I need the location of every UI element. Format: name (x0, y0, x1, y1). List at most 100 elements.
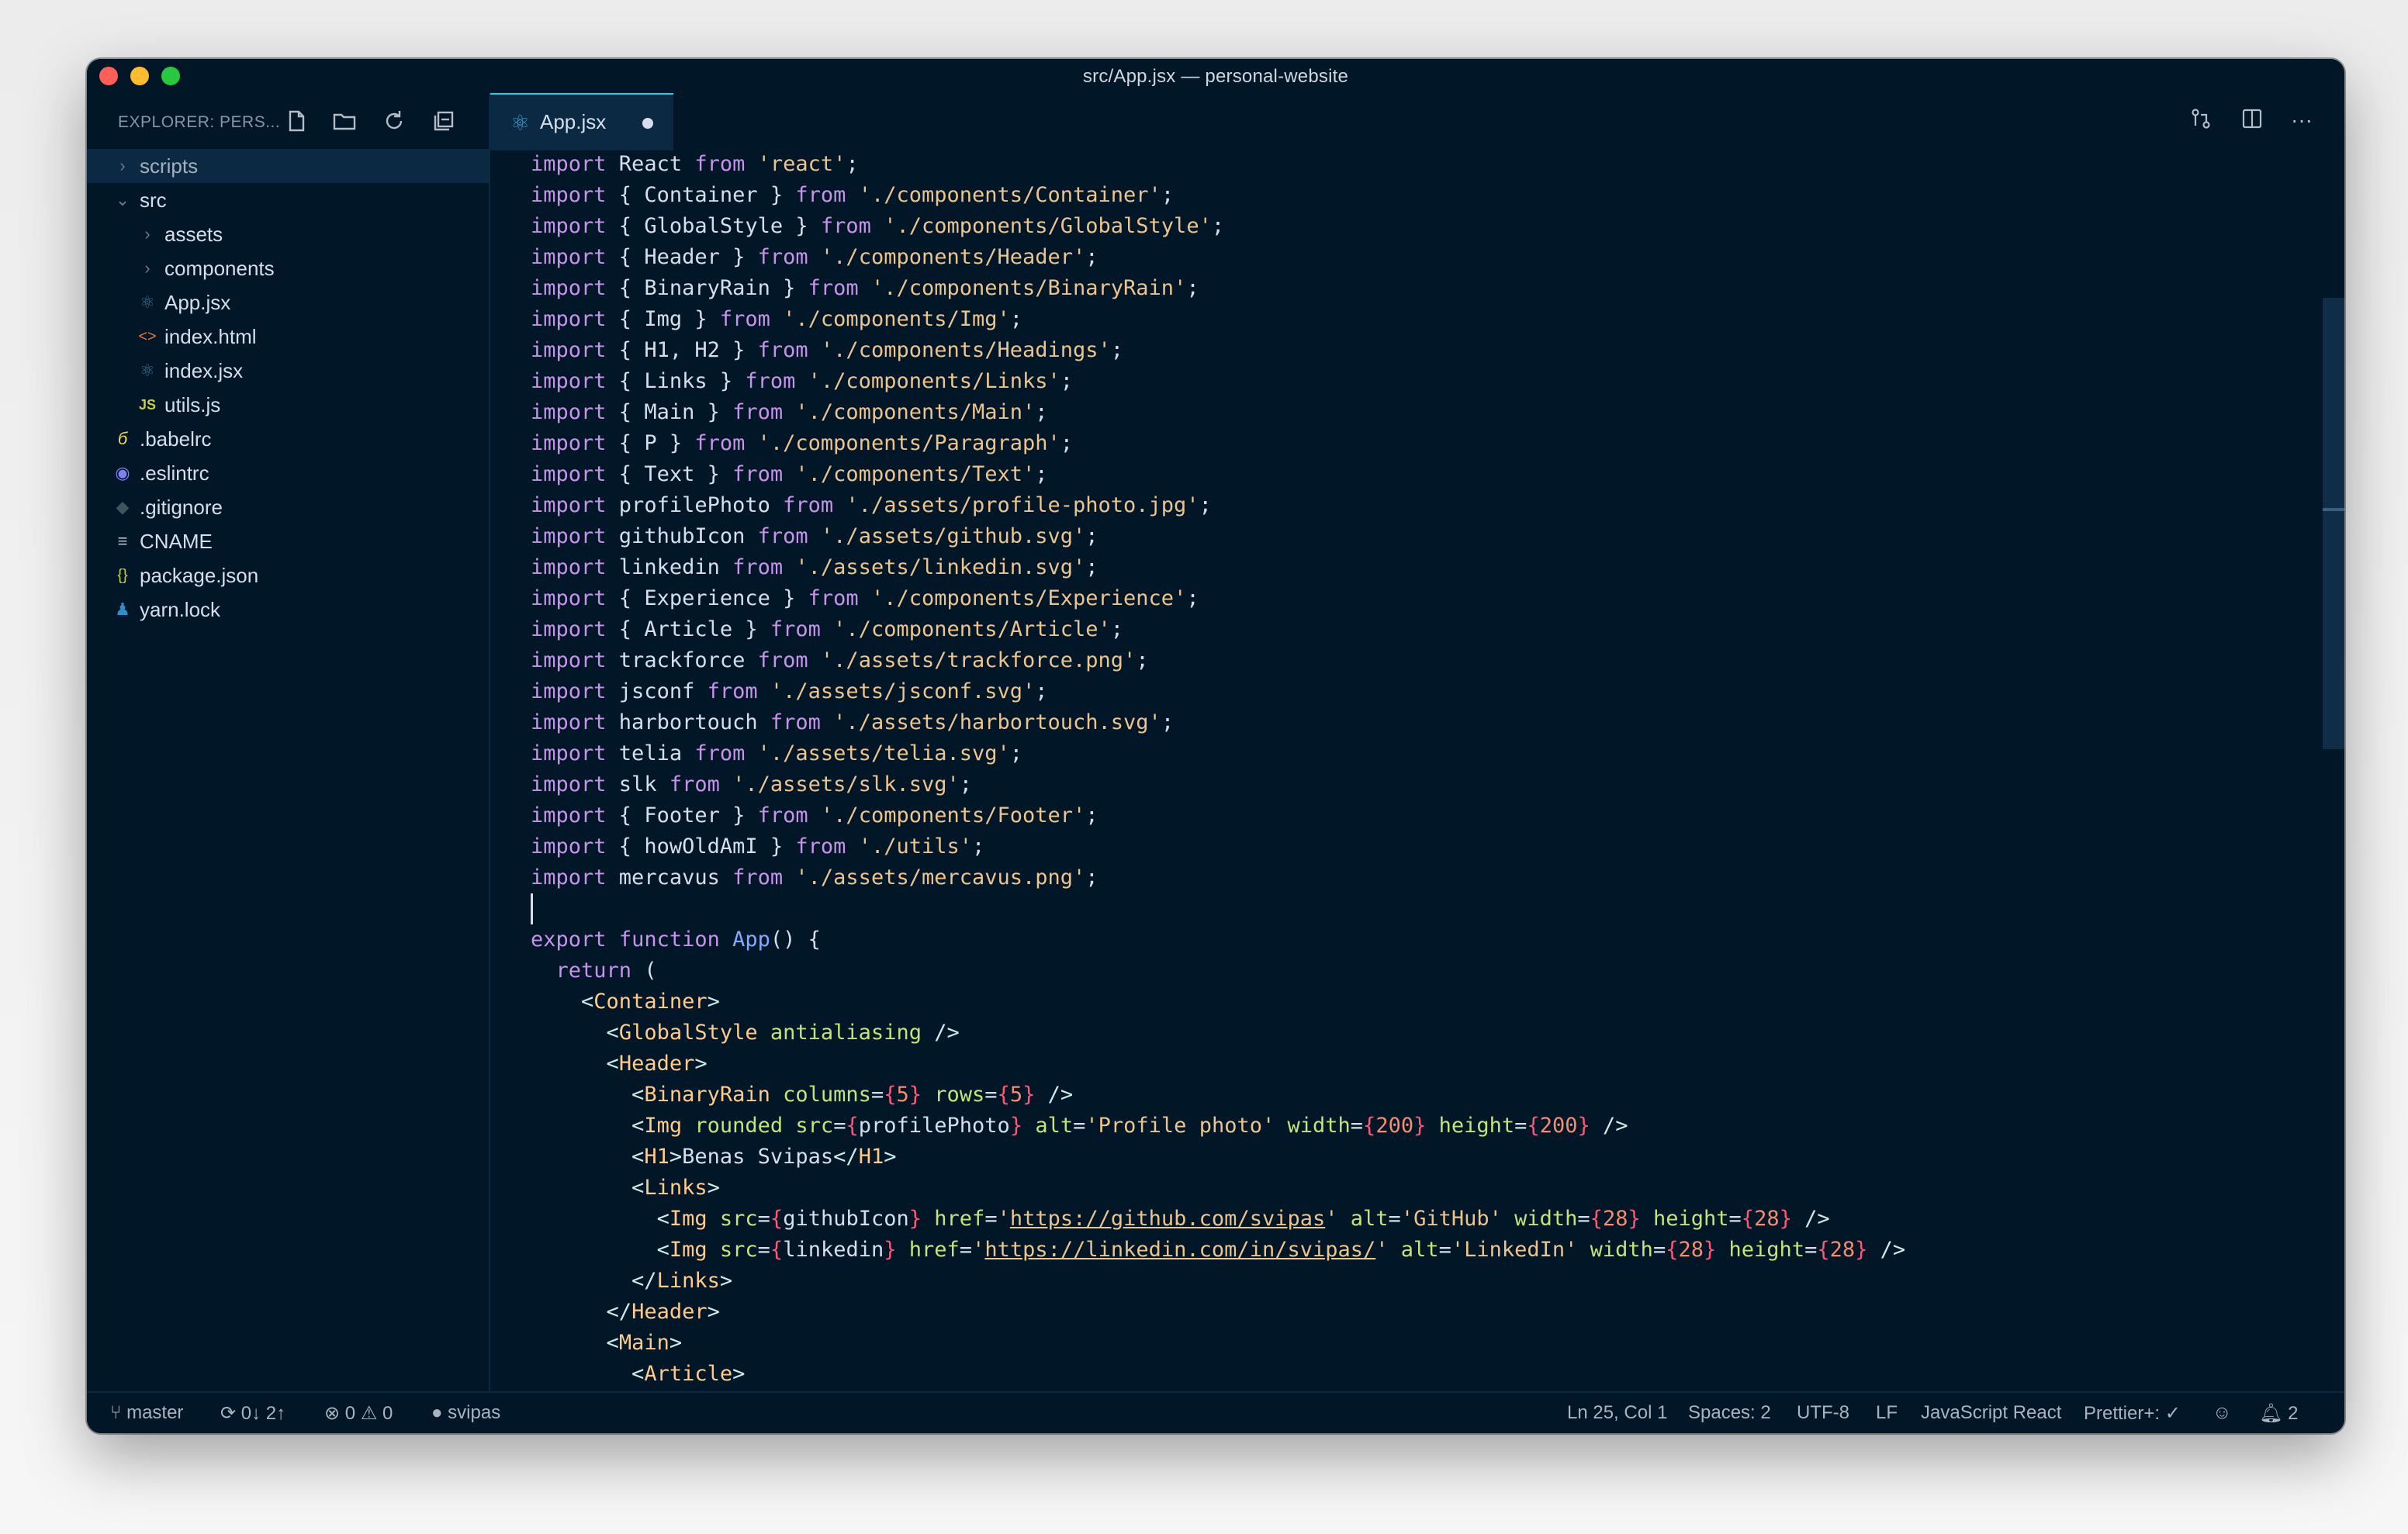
code-line-21: import slk from './assets/slk.svg'; (531, 772, 972, 796)
sync-status[interactable]: ⟳ 0↓ 2↑ (220, 1402, 285, 1425)
new-file-icon[interactable] (284, 109, 309, 133)
status-bar: ⑂ master ⟳ 0↓ 2↑ ⊗ 0 ⚠ 0 ● svipas Ln 25,… (87, 1391, 2344, 1433)
source-control-icon[interactable] (2188, 107, 2214, 133)
bell-icon: 🔔︎ (2259, 1403, 2283, 1424)
code-line-26: export function App() { (531, 928, 821, 952)
code-line-6: import { Img } from './components/Img'; (531, 307, 1023, 331)
code-line-2: import { Container } from './components/… (531, 183, 1175, 207)
refresh-icon[interactable] (382, 109, 407, 133)
code-line-28: <Container> (581, 990, 720, 1014)
tree-folder-components[interactable]: › components (87, 251, 489, 285)
new-folder-icon[interactable] (332, 109, 357, 133)
window-title: src/App.jsx — personal-website (1082, 66, 1349, 87)
tree-folder-assets[interactable]: › assets (87, 217, 489, 251)
live-share-status[interactable]: ● svipas (431, 1402, 500, 1424)
branch-status[interactable]: ⑂ master (110, 1402, 183, 1424)
code-line-20: import telia from './assets/telia.svg'; (531, 741, 1023, 765)
encoding-status[interactable]: UTF-8 (1797, 1402, 1849, 1424)
tree-file-package-json[interactable]: {} package.json (87, 558, 489, 593)
tree-file-eslintrc[interactable]: ◉ .eslintrc (87, 456, 489, 490)
code-line-14: import linkedin from './assets/linkedin.… (531, 555, 1098, 579)
sync-icon: ⟳ (220, 1403, 237, 1424)
code-line-29: <GlobalStyle antialiasing /> (606, 1021, 960, 1045)
explorer-title: EXPLORER: PERS... (118, 113, 281, 131)
tree-file-index-html[interactable]: <> index.html (87, 320, 489, 354)
code-line-32: <Img rounded src={profilePhoto} alt='Pro… (631, 1114, 1628, 1138)
warning-icon: ⚠ (360, 1403, 378, 1424)
code-line-12: import profilePhoto from './assets/profi… (531, 493, 1212, 517)
tab-app-jsx[interactable]: ⚛ App.jsx (490, 93, 673, 150)
code-line-13: import githubIcon from './assets/github.… (531, 524, 1098, 548)
code-line-31: <BinaryRain columns={5} rows={5} /> (631, 1083, 1074, 1107)
feedback-smiley-icon[interactable]: ☺ (2213, 1402, 2232, 1424)
language-mode[interactable]: JavaScript React (1921, 1402, 2061, 1424)
code-line-9: import { Main } from './components/Main'… (531, 400, 1048, 424)
eslint-icon: ◉ (115, 463, 130, 482)
formatter-status[interactable]: Prettier+: ✓ (2084, 1402, 2181, 1425)
vertical-scrollbar[interactable] (2323, 149, 2344, 1393)
eol-status[interactable]: LF (1876, 1402, 1898, 1424)
cursor-position[interactable]: Ln 25, Col 1 (1567, 1402, 1667, 1424)
babel-icon: б (117, 429, 128, 448)
code-line-3: import { GlobalStyle } from './component… (531, 214, 1225, 238)
chevron-right-icon: › (144, 224, 150, 244)
unsaved-dot-icon[interactable] (642, 118, 653, 129)
code-line-15: import { Experience } from './components… (531, 586, 1199, 610)
problems-status[interactable]: ⊗ 0 ⚠ 0 (324, 1402, 393, 1425)
chevron-right-icon: › (144, 258, 150, 278)
tree-file-utils-js[interactable]: JS utils.js (87, 388, 489, 422)
error-icon: ⊗ (324, 1403, 341, 1424)
tab-bar: ⚛ App.jsx ··· (490, 93, 2344, 150)
code-line-36: <Img src={linkedin} href='https://linked… (656, 1238, 1906, 1262)
tree-file-babelrc[interactable]: б .babelrc (87, 422, 489, 456)
code-line-24: import mercavus from './assets/mercavus.… (531, 865, 1098, 890)
code-line-17: import trackforce from './assets/trackfo… (531, 648, 1149, 672)
more-icon[interactable]: ··· (2289, 107, 2315, 133)
yarn-icon: ♟ (115, 599, 130, 619)
tree-file-yarn-lock[interactable]: ♟ yarn.lock (87, 593, 489, 627)
git-icon: ◆ (116, 497, 130, 517)
editor-window: src/App.jsx — personal-website EXPLORER:… (87, 59, 2344, 1433)
scrollbar-thumb[interactable] (2323, 298, 2344, 749)
split-editor-icon[interactable] (2239, 107, 2265, 133)
html-icon: <> (138, 328, 157, 345)
code-line-8: import { Links } from './components/Link… (531, 369, 1074, 393)
text-cursor (531, 893, 533, 924)
git-branch-icon: ⑂ (110, 1402, 122, 1423)
code-line-4: import { Header } from './components/Hea… (531, 245, 1098, 269)
react-icon: ⚛ (510, 111, 531, 135)
tree-file-gitignore[interactable]: ◆ .gitignore (87, 490, 489, 524)
code-line-22: import { Footer } from './components/Foo… (531, 803, 1098, 827)
code-line-33: <H1>Benas Svipas</H1> (631, 1145, 897, 1169)
indentation-status[interactable]: Spaces: 2 (1688, 1402, 1771, 1424)
code-line-11: import { Text } from './components/Text'… (531, 462, 1048, 486)
code-line-10: import { P } from './components/Paragrap… (531, 431, 1074, 455)
code-line-16: import { Article } from './components/Ar… (531, 617, 1124, 641)
code-line-19: import harbortouch from './assets/harbor… (531, 710, 1175, 734)
code-line-5: import { BinaryRain } from './components… (531, 276, 1199, 300)
code-line-23: import { howOldAmI } from './utils'; (531, 834, 985, 859)
tree-file-index-jsx[interactable]: ⚛ index.jsx (87, 354, 489, 388)
notifications-status[interactable]: 🔔︎ 2 (2259, 1402, 2299, 1425)
tree-file-app-jsx[interactable]: ⚛ App.jsx (87, 285, 489, 320)
collapse-all-icon[interactable] (431, 109, 456, 133)
code-line-38: </Header> (606, 1300, 720, 1324)
title-bar: src/App.jsx — personal-website (87, 59, 2344, 93)
code-line-35: <Img src={githubIcon} href='https://gith… (656, 1207, 1830, 1231)
cursor-position-marker (2323, 508, 2344, 511)
lines-icon: ≡ (117, 531, 128, 551)
chevron-down-icon: ⌄ (115, 190, 130, 209)
code-line-34: <Links> (631, 1176, 720, 1200)
explorer-sidebar: EXPLORER: PERS... › scripts ⌄ src › asse… (87, 93, 490, 1393)
tree-folder-src[interactable]: ⌄ src (87, 183, 489, 217)
github-icon: ● (431, 1402, 443, 1423)
tree-file-cname[interactable]: ≡ CNAME (87, 524, 489, 558)
code-editor[interactable]: import React from 'react'; import { Cont… (490, 149, 2344, 1393)
file-tree: › scripts ⌄ src › assets › components ⚛ … (87, 149, 489, 627)
code-line-18: import jsconf from './assets/jsconf.svg'… (531, 679, 1048, 703)
tree-folder-scripts[interactable]: › scripts (87, 149, 489, 183)
json-icon: {} (117, 567, 128, 584)
explorer-header: EXPLORER: PERS... (87, 93, 489, 149)
code-line-30: <Header> (606, 1052, 708, 1076)
code-line-1: import React from 'react'; (531, 152, 859, 176)
